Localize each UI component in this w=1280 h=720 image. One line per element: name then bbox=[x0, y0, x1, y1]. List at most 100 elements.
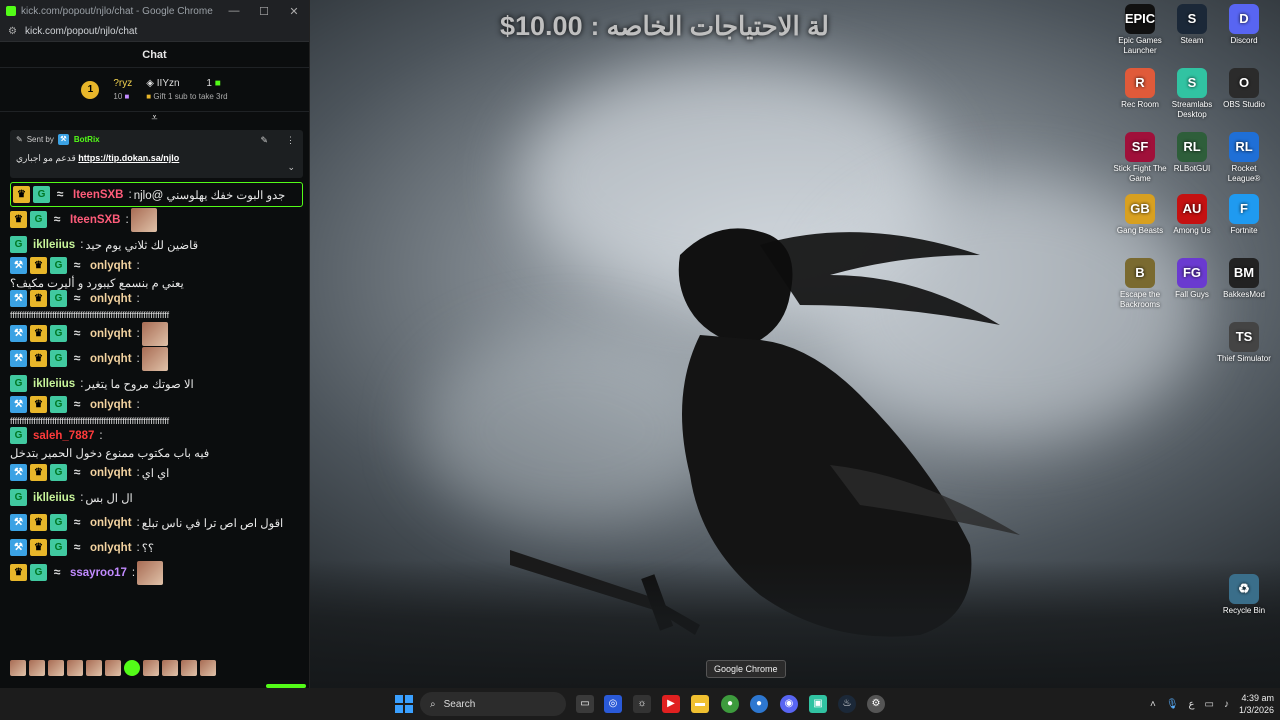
discord-icon[interactable]: ◉ bbox=[780, 695, 798, 713]
chevron-down-icon[interactable]: ⌄ bbox=[287, 162, 295, 173]
chat-username[interactable]: onlyqht bbox=[90, 542, 132, 554]
emote-icon[interactable] bbox=[143, 660, 159, 676]
close-button[interactable]: ✕ bbox=[279, 5, 309, 18]
desktop-shortcut-label: Discord bbox=[1230, 36, 1258, 45]
desktop-shortcut[interactable]: RL RLBotGUI bbox=[1164, 132, 1220, 174]
volume-icon[interactable]: ♪ bbox=[1224, 699, 1229, 710]
desktop-shortcut[interactable]: F Fortnite bbox=[1216, 194, 1272, 236]
chevron-up-icon[interactable]: ˄ bbox=[1150, 699, 1156, 710]
address-bar[interactable]: ⚙ kick.com/popout/njlo/chat bbox=[0, 22, 309, 42]
sub-badge-icon: G bbox=[10, 375, 27, 392]
language-indicator[interactable]: ع bbox=[1189, 699, 1195, 710]
emote-icon[interactable] bbox=[200, 660, 216, 676]
emote-icon[interactable] bbox=[67, 660, 83, 676]
colon: : bbox=[136, 466, 140, 479]
desktop-shortcut[interactable]: R Rec Room bbox=[1112, 68, 1168, 110]
desktop-shortcut-label: Recycle Bin bbox=[1222, 606, 1266, 615]
leader-user-2[interactable]: IIYzn bbox=[157, 78, 180, 89]
chat-username[interactable]: ssayroo17 bbox=[70, 567, 127, 579]
colon: : bbox=[128, 188, 132, 201]
desktop-shortcut[interactable]: FG Fall Guys bbox=[1164, 258, 1220, 300]
desktop-shortcut[interactable]: BM BakkesMod bbox=[1216, 258, 1272, 300]
url-text[interactable]: kick.com/popout/njlo/chat bbox=[25, 26, 137, 37]
emote-icon[interactable] bbox=[48, 660, 64, 676]
sub-badge-icon: G bbox=[10, 489, 27, 506]
unpin-icon[interactable]: ✎ bbox=[260, 135, 268, 146]
chat-username[interactable]: onlyqht bbox=[90, 328, 132, 340]
more-options-icon[interactable]: ⋮ bbox=[286, 135, 295, 146]
expand-leaderboard-button[interactable]: ⩡ bbox=[0, 112, 309, 128]
pinned-sender[interactable]: BotRix bbox=[74, 135, 100, 144]
widget-icon[interactable]: ☼ bbox=[633, 695, 651, 713]
desktop-shortcut[interactable]: S Streamlabs Desktop bbox=[1164, 68, 1220, 120]
chrome-profile-icon[interactable]: ● bbox=[750, 695, 768, 713]
steam-icon[interactable]: ♨ bbox=[838, 695, 856, 713]
chat-username[interactable]: onlyqht bbox=[90, 293, 132, 305]
desktop-shortcut[interactable]: ♻ Recycle Bin bbox=[1216, 574, 1272, 616]
kick-favicon-icon bbox=[6, 6, 16, 16]
emote-icon[interactable] bbox=[10, 660, 26, 676]
chat-username[interactable]: saleh_7887 bbox=[33, 430, 94, 442]
desktop-shortcut[interactable]: EPIC Epic Games Launcher bbox=[1112, 4, 1168, 56]
desktop-shortcut[interactable]: SF Stick Fight The Game bbox=[1112, 132, 1168, 184]
ver-badge-icon: ≈ bbox=[73, 540, 81, 554]
youtube-icon[interactable]: ▶ bbox=[662, 695, 680, 713]
emote-icon[interactable] bbox=[181, 660, 197, 676]
desktop-shortcut[interactable]: D Discord bbox=[1216, 4, 1272, 46]
copilot-icon[interactable]: ◎ bbox=[604, 695, 622, 713]
chat-username[interactable]: onlyqht bbox=[90, 399, 132, 411]
gangbeasts-icon: GB bbox=[1125, 194, 1155, 224]
rank-badge: 1 bbox=[81, 80, 100, 99]
emote-icon[interactable] bbox=[105, 660, 121, 676]
chat-message: Giklleiius: قاضين لك ثلاني يوم حيد bbox=[10, 232, 303, 257]
streamlabs-icon[interactable]: ▣ bbox=[809, 695, 827, 713]
emote-icon[interactable] bbox=[86, 660, 102, 676]
maximize-button[interactable]: ☐ bbox=[249, 5, 279, 18]
chat-username[interactable]: iklleiius bbox=[33, 239, 75, 251]
chat-username[interactable]: onlyqht bbox=[90, 353, 132, 365]
chat-username[interactable]: onlyqht bbox=[90, 260, 132, 272]
file-explorer-icon[interactable]: ▬ bbox=[691, 695, 709, 713]
chat-message: ⚒ ♛ G ≈ onlyqht: bbox=[10, 321, 303, 346]
desktop-shortcut[interactable]: S Steam bbox=[1164, 4, 1220, 46]
windows-start-icon[interactable] bbox=[395, 695, 413, 713]
chat-username[interactable]: iklleiius bbox=[33, 378, 75, 390]
desktop-shortcut[interactable]: B Escape the Backrooms bbox=[1112, 258, 1168, 310]
chat-username[interactable]: iklleiius bbox=[33, 492, 75, 504]
taskbar-search[interactable]: ⌕ Search bbox=[420, 692, 566, 716]
fallguys-icon: FG bbox=[1177, 258, 1207, 288]
task-view-icon[interactable]: ▭ bbox=[576, 695, 594, 713]
emote-icon[interactable] bbox=[162, 660, 178, 676]
chrome-icon[interactable]: ● bbox=[721, 695, 739, 713]
chat-text: اي اي bbox=[141, 467, 170, 480]
chat-message: Giklleiius: ال ال بس bbox=[10, 485, 303, 510]
window-title-bar[interactable]: kick.com/popout/njlo/chat - Google Chrom… bbox=[0, 0, 309, 22]
desktop-shortcut[interactable]: AU Among Us bbox=[1164, 194, 1220, 236]
site-info-icon[interactable]: ⚙ bbox=[8, 26, 17, 37]
chat-username[interactable]: onlyqht bbox=[90, 467, 132, 479]
desktop-shortcut[interactable]: O OBS Studio bbox=[1216, 68, 1272, 110]
clock[interactable]: 4:39 am 1/3/2026 bbox=[1239, 692, 1274, 716]
chat-username[interactable]: onlyqht bbox=[90, 517, 132, 529]
desktop-shortcut[interactable]: TS Thief Simulator bbox=[1216, 322, 1272, 364]
desktop-shortcut[interactable]: RL Rocket League® bbox=[1216, 132, 1272, 184]
clock-time: 4:39 am bbox=[1241, 693, 1274, 703]
leader-user-1[interactable]: ?ryz bbox=[113, 77, 132, 90]
desktop-shortcut[interactable]: GB Gang Beasts bbox=[1112, 194, 1168, 236]
settings-icon[interactable]: ⚙ bbox=[867, 695, 885, 713]
chat-messages: ♛ G ≈ IteenSXB: جدو البوت خفك يهلوسني @njlo ♛… bbox=[0, 182, 309, 585]
microphone-icon[interactable]: 🎙 bbox=[1166, 699, 1179, 710]
system-tray: ˄ 🎙 ع ▭ ♪ 4:39 am 1/3/2026 bbox=[1150, 688, 1274, 720]
minimize-button[interactable]: — bbox=[219, 5, 249, 18]
chat-text: جدو البوت خفك يهلوسني @njlo bbox=[133, 189, 286, 202]
chat-username[interactable]: IteenSXB bbox=[73, 189, 124, 201]
emote-icon[interactable] bbox=[124, 660, 140, 676]
emote-icon[interactable] bbox=[29, 660, 45, 676]
network-icon[interactable]: ▭ bbox=[1205, 699, 1214, 710]
colon: : bbox=[136, 398, 140, 411]
desktop-shortcut-label: Escape the Backrooms bbox=[1119, 290, 1161, 309]
pinned-link[interactable]: https://tip.dokan.sa/njlo bbox=[78, 153, 179, 163]
pin-icon: ✎ bbox=[16, 135, 23, 144]
colon: : bbox=[125, 213, 129, 226]
chat-username[interactable]: IteenSXB bbox=[70, 214, 121, 226]
